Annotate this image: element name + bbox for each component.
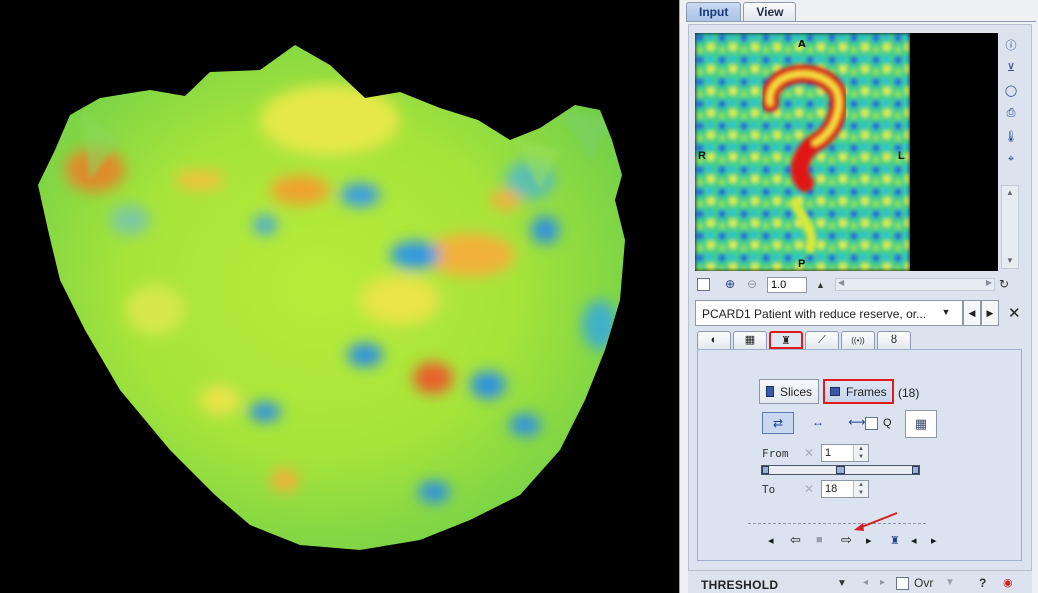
loop-mode-icon[interactable]: ⇄ <box>762 412 794 434</box>
fit-checkbox[interactable] <box>697 278 710 291</box>
series-row: PCARD1 Patient with reduce reserve, or..… <box>695 300 1030 326</box>
orientation-right: L <box>898 150 905 162</box>
scroll-up-icon[interactable]: ▲ <box>1002 186 1018 200</box>
tab-thermometer-icon[interactable]: ȣ <box>877 331 911 349</box>
tab-contrast-icon[interactable]: ◐ <box>697 331 731 349</box>
threshold-label: THRESHOLD <box>701 578 779 592</box>
from-label: From <box>762 447 789 460</box>
to-label: To <box>762 483 776 496</box>
q-checkbox[interactable] <box>865 417 878 430</box>
bounce-mode-icon[interactable]: ↔ <box>802 412 834 434</box>
frame-grid-icon[interactable]: ▦ <box>905 410 937 438</box>
image-preview[interactable]: A P R L <box>695 33 998 271</box>
series-selector[interactable]: PCARD1 Patient with reduce reserve, or..… <box>695 300 963 326</box>
frames-button[interactable]: Frames <box>823 379 894 404</box>
frame-count: (18) <box>898 386 920 400</box>
slices-button[interactable]: Slices <box>759 379 820 404</box>
volume-render-viewport[interactable] <box>0 0 679 593</box>
tab-view[interactable]: View <box>743 2 797 22</box>
frame-next-icon[interactable]: ▸ <box>931 534 937 547</box>
threshold-bar: THRESHOLD ▼ ◂ ▸ Ovr ▼ ? ◉ <box>688 570 1032 593</box>
slices-icon <box>766 386 774 397</box>
annotation-arrow <box>854 512 898 531</box>
orientation-top: A <box>798 39 806 50</box>
preview-side-toolbar: ⓘ ⊻ ◯ ⎙ 🌡︎ ⌖ <box>1001 36 1021 168</box>
range-end-handle[interactable] <box>912 466 919 474</box>
scroll-left-icon[interactable]: ◀ <box>838 278 844 287</box>
slice-control-icon[interactable]: ⊻ <box>1003 59 1020 76</box>
frames-panel: Slices Frames (18) ⇄ ↔ ⟷ Q ▦ From ✕ 1 ▲ ▼… <box>697 349 1022 561</box>
frame-range-slider[interactable] <box>761 465 920 475</box>
slices-label: Slices <box>780 385 813 399</box>
vertical-scrollbar[interactable]: ▲ ▼ <box>1001 185 1019 269</box>
to-value: 18 <box>825 483 838 495</box>
to-clear-icon[interactable]: ✕ <box>804 482 814 496</box>
close-series-icon[interactable]: ✕ <box>1008 304 1021 322</box>
q-label: Q <box>883 417 892 429</box>
frames-label: Frames <box>846 385 887 399</box>
zoom-up-icon[interactable]: ▲ <box>816 280 825 290</box>
stop-icon[interactable]: ■ <box>816 534 823 546</box>
step-forward-icon[interactable]: ▸ <box>866 534 872 547</box>
ovr-checkbox[interactable] <box>896 577 909 590</box>
frames-icon <box>830 387 840 396</box>
thermometer-icon[interactable]: 🌡︎ <box>1003 128 1020 145</box>
play-backward-icon[interactable]: ⇦ <box>790 532 801 548</box>
to-spinner[interactable]: 18 ▲ ▼ <box>821 480 869 498</box>
scroll-down-icon[interactable]: ▼ <box>1002 254 1018 268</box>
from-spinner[interactable]: 1 ▲ ▼ <box>821 444 869 462</box>
rendered-heart-surface <box>38 45 625 550</box>
tab-underline <box>686 21 1036 22</box>
pet-slice-image: A P R L <box>695 33 998 271</box>
ovr-dropdown-icon[interactable]: ▼ <box>945 577 955 588</box>
zoom-row: ⊕ ⊖ ▲ ◀ ▶ ↻ <box>695 276 1025 294</box>
zoom-out-icon[interactable]: ⊖ <box>747 277 757 291</box>
target-icon[interactable]: ◉ <box>1003 576 1013 589</box>
from-clear-icon[interactable]: ✕ <box>804 446 814 460</box>
zoom-input[interactable] <box>767 277 807 293</box>
tab-curve-icon[interactable]: ⟋ <box>805 331 839 349</box>
horizontal-scrollbar[interactable]: ◀ ▶ <box>835 278 995 291</box>
help-button[interactable]: ? <box>979 576 986 590</box>
threshold-next-icon[interactable]: ▸ <box>880 577 885 588</box>
info-icon[interactable]: ⓘ <box>1003 36 1020 53</box>
scroll-right-icon[interactable]: ▶ <box>986 278 992 287</box>
threshold-prev-icon[interactable]: ◂ <box>863 577 868 588</box>
control-panel: Input View A P R L ⓘ ⊻ ◯ ⎙ 🌡︎ ⌖ ▲ ▼ ⊕ ⊖ … <box>679 0 1038 593</box>
from-value: 1 <box>825 447 832 459</box>
to-spin-arrows-icon[interactable]: ▲ ▼ <box>853 481 868 497</box>
orientation-bottom: P <box>798 258 805 270</box>
circle-icon[interactable]: ◯ <box>1003 82 1020 99</box>
zoom-in-icon[interactable]: ⊕ <box>725 277 735 291</box>
frame-prev-icon[interactable]: ◂ <box>911 534 917 547</box>
from-spin-arrows-icon[interactable]: ▲ ▼ <box>853 445 868 461</box>
tab-broadcast-icon[interactable]: ((•)) <box>841 331 875 349</box>
series-dropdown-icon[interactable]: ▼ <box>937 300 955 326</box>
range-center-handle[interactable] <box>836 466 845 474</box>
tab-layout-icon[interactable]: ▦ <box>733 331 767 349</box>
tool-tab-bar: ◐ ▦ ♜ ⟋ ((•)) ȣ <box>697 331 911 349</box>
player-controls: ◂ ⇦ ■ ⇨ ▸ ♜ ◂ ▸ <box>768 532 968 552</box>
rotate-icon[interactable]: ↻ <box>999 277 1009 291</box>
tab-input[interactable]: Input <box>686 2 742 22</box>
play-forward-icon[interactable]: ⇨ <box>841 532 852 548</box>
frame-sync-icon[interactable]: ♜ <box>890 534 900 547</box>
top-tab-bar: Input View <box>686 2 797 22</box>
print-icon[interactable]: ⎙ <box>1003 105 1020 122</box>
tab-frames-tool-icon[interactable]: ♜ <box>769 331 803 349</box>
series-next-button[interactable]: ▶ <box>981 300 999 326</box>
crosshair-icon[interactable]: ⌖ <box>1003 151 1020 168</box>
orientation-left: R <box>698 150 706 162</box>
range-start-handle[interactable] <box>762 466 769 474</box>
series-label: PCARD1 Patient with reduce reserve, or..… <box>702 307 927 321</box>
step-back-icon[interactable]: ◂ <box>768 534 774 547</box>
threshold-dropdown-icon[interactable]: ▼ <box>837 578 847 589</box>
ovr-label: Ovr <box>914 576 934 590</box>
series-prev-button[interactable]: ◀ <box>963 300 981 326</box>
